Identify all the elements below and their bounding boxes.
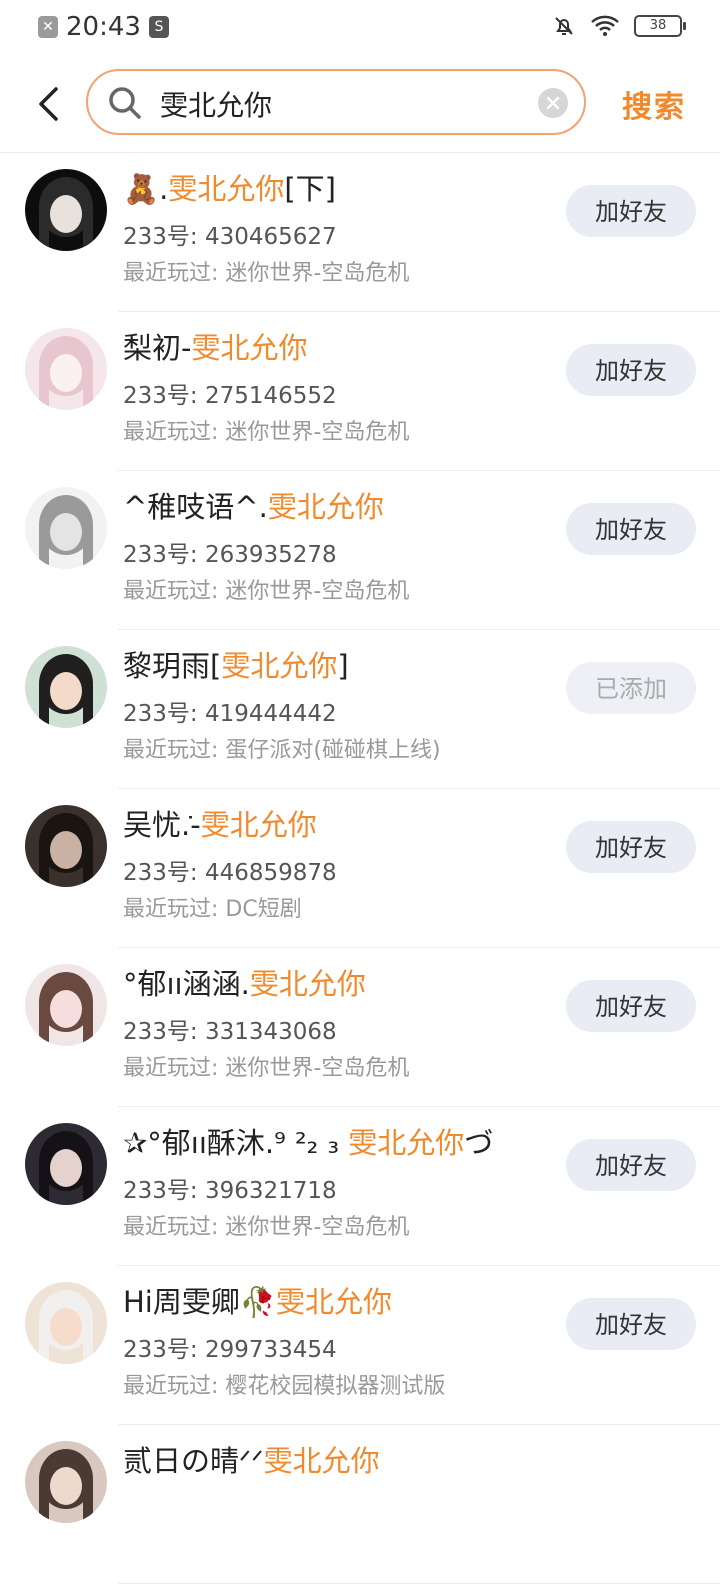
search-results-list: 🧸.雯北允你[下] 233号: 430465627 最近玩过: 迷你世界-空岛危… <box>0 153 720 1584</box>
user-result-row[interactable]: 黎玥雨[雯北允你] 233号: 419444442 最近玩过: 蛋仔派对(碰碰棋… <box>0 630 720 789</box>
add-friend-button[interactable]: 加好友 <box>566 821 696 873</box>
user-name: 吴忧݁.-雯北允你 <box>123 805 317 845</box>
notification-icon: ✕ <box>38 16 58 38</box>
user-result-row[interactable]: ✰°郁ıı酥沐.⁹ ²₂ ₃ 雯北允你づ 233号: 396321718 最近玩… <box>0 1107 720 1266</box>
avatar-image <box>25 964 107 1046</box>
name-prefix: ^稚吱语^. <box>123 490 268 524</box>
chevron-left-icon <box>39 87 58 121</box>
add-friend-button[interactable]: 加好友 <box>566 1139 696 1191</box>
added-status-button[interactable]: 已添加 <box>566 662 696 714</box>
search-input[interactable] <box>158 83 522 125</box>
user-id: 233号: 446859878 <box>123 860 337 886</box>
name-highlight: 雯北允你 <box>168 172 285 206</box>
user-name: ✰°郁ıı酥沐.⁹ ²₂ ₃ 雯北允你づ <box>123 1123 493 1163</box>
user-id: 233号: 299733454 <box>123 1337 337 1363</box>
avatar-image <box>25 487 107 569</box>
recently-played: 最近玩过: 蛋仔派对(碰碰棋上线) <box>123 738 441 763</box>
name-prefix: Hi周雯卿🥀 <box>123 1285 276 1319</box>
user-result-row[interactable]: 🧸.雯北允你[下] 233号: 430465627 最近玩过: 迷你世界-空岛危… <box>0 153 720 312</box>
user-name: 梨初-雯北允你 <box>123 328 307 368</box>
recently-played: 最近玩过: 迷你世界-空岛危机 <box>123 261 410 286</box>
user-id: 233号: 331343068 <box>123 1019 337 1045</box>
user-result-row[interactable]: Hi周雯卿🥀雯北允你 233号: 299733454 最近玩过: 樱花校园模拟器… <box>0 1266 720 1425</box>
add-friend-button[interactable]: 加好友 <box>566 344 696 396</box>
avatar[interactable] <box>25 487 107 569</box>
search-icon <box>109 87 141 119</box>
user-result-row[interactable]: 吴忧݁.-雯北允你 233号: 446859878 最近玩过: DC短剧 加好友 <box>0 789 720 948</box>
recently-played: 最近玩过: 迷你世界-空岛危机 <box>123 579 410 604</box>
name-highlight: 雯北允你 <box>200 808 317 842</box>
avatar-image <box>25 805 107 887</box>
app-notification-icon: S <box>148 16 169 38</box>
recently-played: 最近玩过: DC短剧 <box>123 897 302 922</box>
battery-indicator: 38 <box>634 15 686 37</box>
avatar[interactable] <box>25 1123 107 1205</box>
user-id: 233号: 275146552 <box>123 383 337 409</box>
avatar[interactable] <box>25 328 107 410</box>
user-id: 233号: 396321718 <box>123 1178 337 1204</box>
user-name: 贰日の晴ᐟᐟ雯北允你 <box>123 1441 380 1481</box>
name-suffix: づ <box>464 1126 494 1160</box>
status-time: 20:43 <box>66 12 141 42</box>
add-friend-button[interactable]: 加好友 <box>566 1298 696 1350</box>
name-highlight: 雯北允你 <box>267 490 384 524</box>
search-button[interactable]: 搜索 <box>622 82 686 126</box>
recently-played: 最近玩过: 迷你世界-空岛危机 <box>123 1215 410 1240</box>
avatar-image <box>25 169 107 251</box>
avatar-image <box>25 328 107 410</box>
name-prefix: °郁ıı涵涵. <box>123 967 250 1001</box>
name-highlight: 雯北允你 <box>275 1285 392 1319</box>
name-prefix: 🧸. <box>123 172 169 206</box>
user-id: 233号: 430465627 <box>123 224 337 250</box>
user-name: ^稚吱语^.雯北允你 <box>123 487 384 527</box>
search-header: 搜索 <box>0 56 720 153</box>
back-button[interactable] <box>26 78 70 130</box>
avatar[interactable] <box>25 805 107 887</box>
avatar[interactable] <box>25 169 107 251</box>
name-prefix: 贰日の晴ᐟᐟ <box>123 1444 264 1478</box>
user-result-row[interactable]: ^稚吱语^.雯北允你 233号: 263935278 最近玩过: 迷你世界-空岛… <box>0 471 720 630</box>
user-name: 🧸.雯北允你[下] <box>123 169 336 209</box>
name-highlight: 雯北允你 <box>263 1444 380 1478</box>
name-prefix: ✰°郁ıı酥沐.⁹ ²₂ ₃ <box>123 1126 349 1160</box>
name-highlight: 雯北允你 <box>221 649 338 683</box>
avatar[interactable] <box>25 964 107 1046</box>
add-friend-button[interactable]: 加好友 <box>566 980 696 1032</box>
name-prefix: 梨初- <box>123 331 192 365</box>
user-name: 黎玥雨[雯北允你] <box>123 646 349 686</box>
avatar[interactable] <box>25 646 107 728</box>
clear-search-button[interactable] <box>538 88 568 118</box>
recently-played: 最近玩过: 迷你世界-空岛危机 <box>123 420 410 445</box>
avatar[interactable] <box>25 1282 107 1364</box>
add-friend-button[interactable]: 加好友 <box>566 503 696 555</box>
mute-bell-icon <box>555 17 573 35</box>
user-name: Hi周雯卿🥀雯北允你 <box>123 1282 392 1322</box>
recently-played: 最近玩过: 迷你世界-空岛危机 <box>123 1056 410 1081</box>
user-result-row[interactable]: 贰日の晴ᐟᐟ雯北允你 <box>0 1425 720 1584</box>
name-prefix: 黎玥雨[ <box>123 649 222 683</box>
avatar-image <box>25 1441 107 1523</box>
status-bar: ✕ 20:43 S 38 <box>0 0 720 56</box>
name-highlight: 雯北允你 <box>191 331 308 365</box>
avatar-image <box>25 1123 107 1205</box>
user-id: 233号: 419444442 <box>123 701 337 727</box>
recently-played: 最近玩过: 樱花校园模拟器测试版 <box>123 1374 446 1399</box>
user-name: °郁ıı涵涵.雯北允你 <box>123 964 366 1004</box>
name-suffix: [下] <box>284 172 336 206</box>
name-highlight: 雯北允你 <box>348 1126 465 1160</box>
user-result-row[interactable]: °郁ıı涵涵.雯北允你 233号: 331343068 最近玩过: 迷你世界-空… <box>0 948 720 1107</box>
user-id: 233号: 263935278 <box>123 542 337 568</box>
avatar-image <box>25 646 107 728</box>
name-highlight: 雯北允你 <box>249 967 366 1001</box>
name-suffix: ] <box>337 649 349 683</box>
avatar-image <box>25 1282 107 1364</box>
add-friend-button[interactable]: 加好友 <box>566 185 696 237</box>
user-result-row[interactable]: 梨初-雯北允你 233号: 275146552 最近玩过: 迷你世界-空岛危机 … <box>0 312 720 471</box>
avatar[interactable] <box>25 1441 107 1523</box>
wifi-icon <box>591 15 619 36</box>
name-prefix: 吴忧݁.- <box>123 808 201 842</box>
search-box[interactable] <box>86 69 586 135</box>
close-icon <box>546 96 560 110</box>
